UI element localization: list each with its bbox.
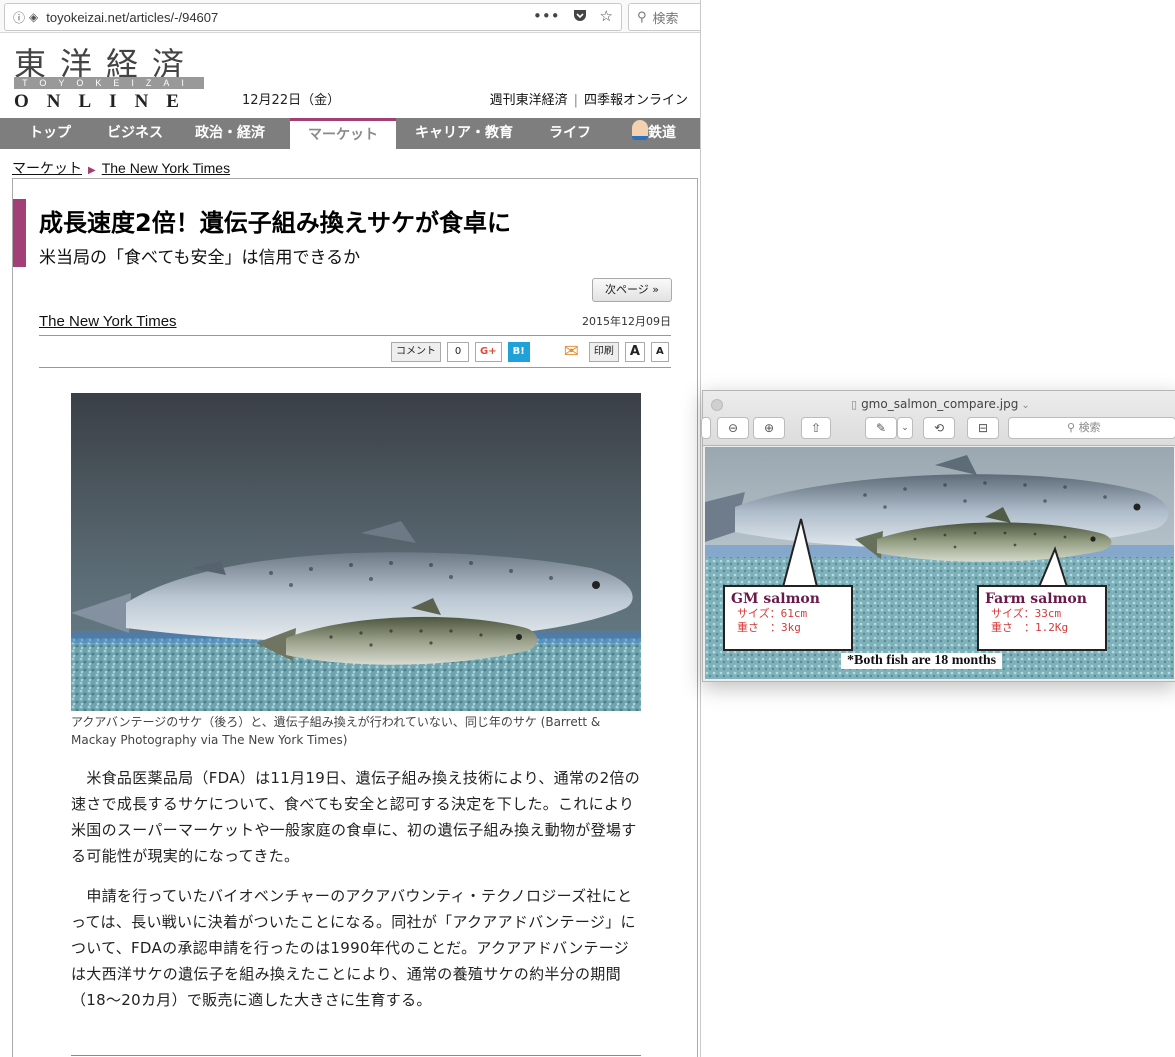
gplus-button[interactable]: G+: [475, 342, 502, 362]
browser-search-input[interactable]: ⚲ 検索: [628, 3, 700, 31]
main-nav: トップ ビジネス 政治・経済 マーケット キャリア・教育 ライフ 鉄道: [0, 118, 700, 149]
url-bar: ⓘ ◈ toyokeizai.net/articles/-/94607 ••• …: [0, 0, 700, 33]
document-icon: ▯: [851, 398, 858, 411]
preview-filename[interactable]: ▯ gmo_salmon_compare.jpg ⌄: [851, 397, 1030, 411]
nav-market[interactable]: マーケット: [290, 118, 396, 149]
photo-caption: アクアバンテージのサケ（後ろ）と、遺伝子組み換えが行われていない、同じ年のサケ …: [71, 715, 601, 747]
link-weekly[interactable]: 週刊東洋経済: [490, 93, 568, 108]
zoom-out-icon[interactable]: ⊖: [717, 417, 749, 439]
nav-top[interactable]: トップ: [0, 118, 100, 149]
gm-salmon-callout: GM salmon サイズ：61cm 重さ ：3kg: [723, 585, 853, 651]
next-page-button[interactable]: 次ページ »: [592, 278, 672, 302]
title-accent-bar: [13, 199, 26, 267]
chevron-down-icon: ⌄: [1021, 400, 1030, 411]
logo-online[interactable]: ONLINE: [14, 91, 197, 113]
share-icon[interactable]: ⇧: [801, 417, 831, 439]
farm-salmon-callout: Farm salmon サイズ：33cm 重さ ：1.2Kg: [977, 585, 1107, 651]
browser-window: ⓘ ◈ toyokeizai.net/articles/-/94607 ••• …: [0, 0, 701, 1057]
article-paragraph: 申請を行っていたバイオベンチャーのアクアバウンティ・テクノロジーズ社にとっては、…: [71, 887, 636, 1009]
logo-band: TOYOKEIZAI: [14, 77, 204, 89]
article-date: 2015年12月09日: [582, 315, 671, 328]
divider: [39, 367, 671, 368]
star-icon[interactable]: ☆: [600, 7, 613, 27]
salmon-photo: [71, 393, 641, 711]
shield-icon[interactable]: ◈: [29, 10, 38, 24]
gm-salmon-label: GM salmon: [731, 591, 820, 607]
url-text[interactable]: toyokeizai.net/articles/-/94607: [46, 10, 218, 25]
farm-weight: 重さ ：1.2Kg: [991, 621, 1069, 634]
divider: [71, 1055, 641, 1056]
nav-life[interactable]: ライフ: [532, 118, 608, 149]
font-small-button[interactable]: A: [650, 342, 669, 362]
breadcrumb-arrow-icon: ▶: [88, 165, 96, 176]
farm-size: サイズ：33cm: [991, 607, 1062, 620]
search-icon: ⚲: [637, 9, 647, 25]
breadcrumb-market[interactable]: マーケット: [12, 160, 82, 176]
toolbox-icon[interactable]: ⊟: [967, 417, 999, 439]
article-subtitle: 米当局の「食べても安全」は信用できるか: [39, 248, 361, 268]
search-placeholder: 検索: [652, 11, 679, 27]
window-close-icon[interactable]: [711, 399, 723, 411]
footnote: *Both fish are 18 months: [841, 653, 1003, 669]
share-tools: コメント 0 G+ B! ✉ 印刷 A A: [391, 342, 669, 362]
nav-railway[interactable]: 鉄道: [608, 118, 700, 149]
sidebar-toggle-button[interactable]: [701, 417, 711, 439]
search-placeholder: 検索: [1078, 421, 1101, 434]
more-icon[interactable]: •••: [533, 7, 560, 27]
comment-button[interactable]: コメント: [391, 342, 441, 362]
article-source[interactable]: The New York Times: [39, 313, 177, 330]
address-field[interactable]: ⓘ ◈ toyokeizai.net/articles/-/94607 ••• …: [4, 3, 622, 31]
article-paragraph: 米食品医薬品局（FDA）は11月19日、遺伝子組み換え技術により、通常の2倍の速…: [71, 769, 641, 865]
gm-weight: 重さ ：3kg: [737, 621, 801, 634]
salmon-compare-image: GM salmon サイズ：61cm 重さ ：3kg Farm salmon サ…: [705, 447, 1174, 679]
farm-salmon-label: Farm salmon: [985, 591, 1087, 607]
print-button[interactable]: 印刷: [588, 342, 619, 362]
nav-business[interactable]: ビジネス: [100, 118, 170, 149]
search-icon: ⚲: [1067, 421, 1076, 434]
link-shikiho[interactable]: 四季報オンライン: [584, 93, 688, 108]
masthead: 東洋経済 TOYOKEIZAI ONLINE 12月22日（金） 週刊東洋経済 |…: [0, 33, 700, 117]
preview-window: ▯ gmo_salmon_compare.jpg ⌄ ⊖ ⊕ ⇧ ✎ ⌄ ⟲ ⊟ ⚲…: [701, 390, 1175, 682]
breadcrumb-nyt[interactable]: The New York Times: [102, 160, 230, 176]
article-title: 成長速度2倍！遺伝子組み換えサケが食卓に: [39, 209, 511, 237]
divider: [39, 335, 671, 336]
comment-count: 0: [447, 342, 469, 362]
rotate-icon[interactable]: ⟲: [923, 417, 955, 439]
preview-search-input[interactable]: ⚲ 検索: [1008, 417, 1175, 439]
hatena-button[interactable]: B!: [507, 342, 530, 362]
markup-icon[interactable]: ✎: [865, 417, 897, 439]
preview-titlebar: ▯ gmo_salmon_compare.jpg ⌄ ⊖ ⊕ ⇧ ✎ ⌄ ⟲ ⊟ ⚲…: [701, 391, 1175, 446]
pocket-icon[interactable]: [572, 7, 588, 27]
font-large-button[interactable]: A: [624, 342, 645, 362]
mail-icon[interactable]: ✉: [560, 343, 583, 361]
top-links: 週刊東洋経済 | 四季報オンライン: [489, 93, 688, 108]
nav-politics[interactable]: 政治・経済: [170, 118, 290, 149]
train-icon: [632, 120, 648, 140]
header-date: 12月22日（金）: [242, 93, 341, 108]
info-icon[interactable]: ⓘ: [13, 9, 25, 26]
zoom-in-icon[interactable]: ⊕: [753, 417, 785, 439]
article: 成長速度2倍！遺伝子組み換えサケが食卓に 米当局の「食べても安全」は信用できるか…: [12, 178, 698, 1057]
markup-chevron-icon[interactable]: ⌄: [897, 417, 913, 439]
nav-career[interactable]: キャリア・教育: [396, 118, 532, 149]
gm-size: サイズ：61cm: [737, 607, 808, 620]
breadcrumb: マーケット ▶ The New York Times: [12, 158, 230, 178]
